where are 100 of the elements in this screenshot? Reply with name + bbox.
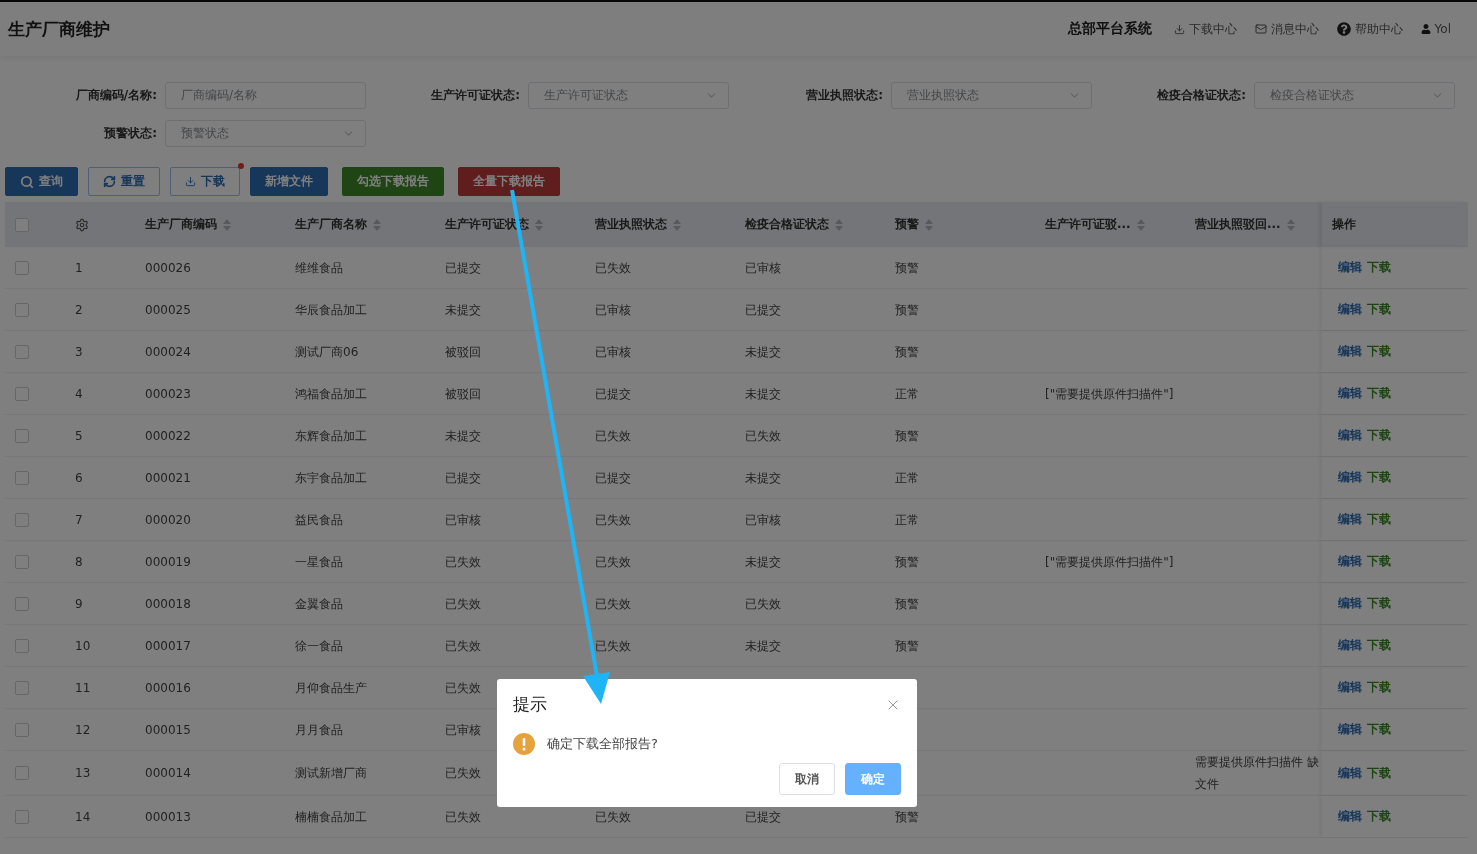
download-link[interactable]: 下载 bbox=[1367, 721, 1391, 738]
sort-icon[interactable] bbox=[835, 218, 843, 231]
table-cell: 已失效 bbox=[595, 428, 631, 443]
edit-link[interactable]: 编辑 bbox=[1338, 469, 1362, 486]
toolbar-button[interactable]: 查询 bbox=[5, 167, 78, 196]
edit-link[interactable]: 编辑 bbox=[1338, 679, 1362, 696]
download-link[interactable]: 下载 bbox=[1367, 637, 1391, 654]
user-icon bbox=[1420, 24, 1431, 34]
table-cell: 000016 bbox=[145, 680, 191, 695]
download-icon bbox=[185, 176, 196, 187]
download-link[interactable]: 下载 bbox=[1367, 679, 1391, 696]
toolbar-button[interactable]: 重置 bbox=[88, 167, 160, 196]
edit-link[interactable]: 编辑 bbox=[1338, 553, 1362, 570]
edit-link[interactable]: 编辑 bbox=[1338, 301, 1362, 318]
row-checkbox[interactable] bbox=[15, 638, 29, 653]
row-checkbox[interactable] bbox=[15, 680, 29, 695]
edit-link[interactable]: 编辑 bbox=[1338, 595, 1362, 612]
sort-icon[interactable] bbox=[673, 218, 681, 231]
row-checkbox[interactable] bbox=[15, 722, 29, 737]
edit-link[interactable]: 编辑 bbox=[1338, 764, 1362, 782]
header-link[interactable]: 消息中心 bbox=[1254, 20, 1319, 38]
table-cell: 鸿福食品加工 bbox=[295, 386, 367, 401]
table-cell: 预警 bbox=[895, 596, 919, 611]
sort-icon[interactable] bbox=[1286, 218, 1295, 231]
header-link[interactable]: 下载中心 bbox=[1173, 20, 1237, 38]
column-header: 操作 bbox=[1332, 216, 1356, 233]
row-checkbox[interactable] bbox=[15, 766, 29, 780]
settings-icon[interactable] bbox=[75, 217, 89, 232]
table-cell: 000021 bbox=[145, 470, 191, 485]
filter-label: 营业执照状态: bbox=[805, 87, 883, 104]
filter-label: 生产许可证状态: bbox=[430, 87, 520, 104]
table-cell: 被驳回 bbox=[445, 344, 481, 359]
sort-icon[interactable] bbox=[223, 218, 231, 231]
download-link[interactable]: 下载 bbox=[1367, 469, 1391, 486]
download-link[interactable]: 下载 bbox=[1367, 808, 1391, 825]
sort-icon[interactable] bbox=[373, 218, 381, 231]
header-link[interactable]: 帮助中心 bbox=[1336, 20, 1403, 38]
row-number: 2 bbox=[75, 302, 83, 317]
mail-icon bbox=[1254, 23, 1267, 35]
select-all-checkbox[interactable] bbox=[15, 217, 29, 232]
table-cell: 正常 bbox=[895, 386, 919, 401]
table-cell: 已提交 bbox=[745, 809, 781, 824]
table-cell: 已失效 bbox=[595, 596, 631, 611]
table-cell: 需要提供原件扫描件 缺文件 bbox=[1195, 755, 1319, 791]
column-header: 检疫合格证状态 bbox=[745, 216, 829, 233]
table-cell: 徐一食品 bbox=[295, 638, 343, 653]
cancel-button[interactable]: 取消 bbox=[779, 763, 835, 795]
table-cell: 正常 bbox=[895, 470, 919, 485]
edit-link[interactable]: 编辑 bbox=[1338, 808, 1362, 825]
row-checkbox[interactable] bbox=[15, 596, 29, 611]
table-cell: 一星食品 bbox=[295, 554, 343, 569]
table-cell: 测试厂商06 bbox=[295, 344, 359, 359]
edit-link[interactable]: 编辑 bbox=[1338, 385, 1362, 402]
download-link[interactable]: 下载 bbox=[1367, 259, 1391, 276]
table-cell: 测试新增厂商 bbox=[295, 766, 367, 780]
filter-label: 预警状态: bbox=[103, 125, 157, 142]
column-header: 预警 bbox=[895, 216, 919, 233]
table-cell: 维维食品 bbox=[295, 260, 343, 275]
row-number: 12 bbox=[75, 722, 91, 737]
user-menu[interactable]: Yol bbox=[1420, 22, 1451, 36]
table-cell: 未提交 bbox=[745, 386, 781, 401]
table-cell: 已审核 bbox=[745, 260, 781, 275]
dialog-title: 提示 bbox=[513, 693, 547, 716]
edit-link[interactable]: 编辑 bbox=[1338, 343, 1362, 360]
row-checkbox[interactable] bbox=[15, 386, 29, 401]
row-checkbox[interactable] bbox=[15, 260, 29, 275]
download-link[interactable]: 下载 bbox=[1367, 385, 1391, 402]
table-cell: 预警 bbox=[895, 344, 919, 359]
confirm-button[interactable]: 确定 bbox=[845, 763, 901, 795]
toolbar-button[interactable]: 勾选下载报告 bbox=[342, 167, 444, 196]
toolbar-button[interactable]: 新增文件 bbox=[250, 167, 328, 196]
download-link[interactable]: 下载 bbox=[1367, 764, 1391, 782]
sort-icon[interactable] bbox=[925, 218, 933, 231]
row-checkbox[interactable] bbox=[15, 554, 29, 569]
table-cell: 已失效 bbox=[445, 680, 481, 695]
row-checkbox[interactable] bbox=[15, 302, 29, 317]
sort-icon[interactable] bbox=[535, 218, 543, 231]
table-cell: 000014 bbox=[145, 766, 191, 780]
sort-icon[interactable] bbox=[1136, 218, 1145, 231]
row-number: 11 bbox=[75, 680, 91, 695]
download-link[interactable]: 下载 bbox=[1367, 343, 1391, 360]
download-link[interactable]: 下载 bbox=[1367, 427, 1391, 444]
edit-link[interactable]: 编辑 bbox=[1338, 721, 1362, 738]
edit-link[interactable]: 编辑 bbox=[1338, 511, 1362, 528]
download-link[interactable]: 下载 bbox=[1367, 595, 1391, 612]
edit-link[interactable]: 编辑 bbox=[1338, 637, 1362, 654]
toolbar-button[interactable]: 全量下载报告 bbox=[458, 167, 560, 196]
table-cell: 000013 bbox=[145, 809, 191, 824]
table-cell: 已失效 bbox=[745, 596, 781, 611]
edit-link[interactable]: 编辑 bbox=[1338, 259, 1362, 276]
download-link[interactable]: 下载 bbox=[1367, 511, 1391, 528]
row-checkbox[interactable] bbox=[15, 512, 29, 527]
download-link[interactable]: 下载 bbox=[1367, 553, 1391, 570]
row-checkbox[interactable] bbox=[15, 428, 29, 443]
row-checkbox[interactable] bbox=[15, 344, 29, 359]
download-link[interactable]: 下载 bbox=[1367, 301, 1391, 318]
table-cell: 已提交 bbox=[445, 470, 481, 485]
row-checkbox[interactable] bbox=[15, 470, 29, 485]
row-checkbox[interactable] bbox=[15, 809, 29, 824]
edit-link[interactable]: 编辑 bbox=[1338, 427, 1362, 444]
